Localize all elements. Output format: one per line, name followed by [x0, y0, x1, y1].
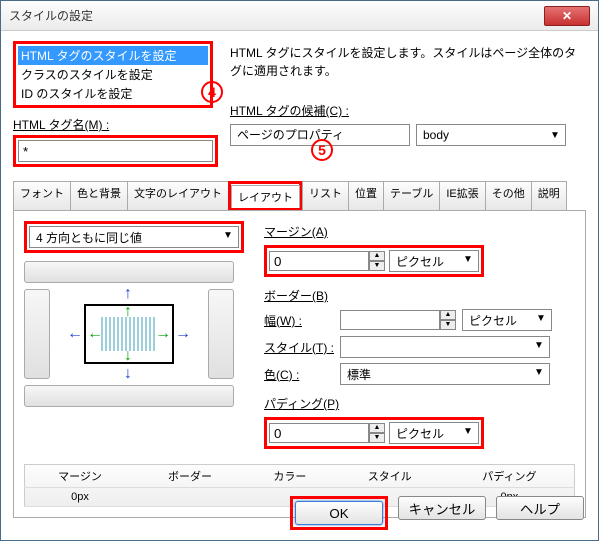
margin-unit: ピクセル	[396, 253, 444, 270]
padding-value-input[interactable]	[269, 423, 369, 443]
candidate-tag: body	[423, 126, 449, 144]
padding-unit-combo[interactable]: ピクセル ▼	[389, 422, 479, 444]
border-width-unit-combo[interactable]: ピクセル ▼	[462, 309, 552, 331]
td-margin: 0px	[25, 488, 136, 507]
annotation-4: 4	[201, 81, 223, 103]
titlebar: スタイルの設定 ✕	[1, 1, 598, 31]
style-type-item-class[interactable]: クラスのスタイルを設定	[18, 65, 208, 84]
border-width-label: 幅(W) :	[264, 312, 334, 329]
padding-spin-down[interactable]: ▼	[369, 433, 385, 443]
th-padding: パディング	[445, 465, 575, 488]
margin-value-input[interactable]	[269, 251, 369, 271]
tagname-input[interactable]	[18, 140, 213, 162]
dialog-window: スタイルの設定 ✕ HTML タグのスタイルを設定 クラスのスタイルを設定 ID…	[0, 0, 599, 541]
tagname-label: HTML タグ名(M) :	[13, 116, 218, 133]
border-color-label: 色(C) :	[264, 366, 334, 383]
td-border	[135, 488, 245, 507]
chevron-down-icon: ▼	[461, 254, 475, 268]
chevron-down-icon: ▼	[548, 128, 562, 142]
annotation-5: 5	[311, 139, 333, 161]
margin-spin-down[interactable]: ▼	[369, 261, 385, 271]
style-type-item-html[interactable]: HTML タグのスタイルを設定	[18, 46, 208, 65]
border-style-label: スタイル(T) :	[264, 339, 334, 356]
margin-spin-up[interactable]: ▲	[369, 251, 385, 261]
tab-list[interactable]: リスト	[302, 181, 349, 210]
border-width-spin-down[interactable]: ▼	[440, 320, 456, 330]
candidate-tag-combo[interactable]: body ▼	[416, 124, 566, 146]
tab-text-layout[interactable]: 文字のレイアウト	[127, 181, 229, 210]
window-title: スタイルの設定	[9, 7, 544, 24]
candidates-label: HTML タグの候補(C) :	[230, 102, 586, 120]
side-button-right[interactable]	[208, 289, 234, 379]
border-width-spin-up[interactable]: ▲	[440, 310, 456, 320]
box-model-diagram: ↑ ↓ ← → ↑ ↓ ← →	[69, 289, 189, 379]
direction-combo[interactable]: 4 方向ともに同じ値 ▼	[29, 226, 239, 248]
tab-other[interactable]: その他	[485, 181, 532, 210]
help-button[interactable]: ヘルプ	[496, 496, 584, 520]
tab-bar: フォント 色と背景 文字のレイアウト レイアウト リスト 位置 テーブル IE拡…	[13, 181, 586, 211]
tab-layout[interactable]: レイアウト	[231, 185, 300, 208]
margin-unit-combo[interactable]: ピクセル ▼	[389, 250, 479, 272]
side-button-top[interactable]	[24, 261, 234, 283]
tab-position[interactable]: 位置	[348, 181, 384, 210]
padding-unit: ピクセル	[396, 425, 444, 442]
chevron-down-icon: ▼	[461, 426, 475, 440]
side-button-bottom[interactable]	[24, 385, 234, 407]
chevron-down-icon: ▼	[221, 230, 235, 244]
ok-button[interactable]: OK	[295, 501, 383, 525]
th-color: カラー	[245, 465, 335, 488]
th-margin: マージン	[25, 465, 136, 488]
border-label: ボーダー(B)	[264, 287, 575, 304]
layout-panel: 4 方向ともに同じ値 ▼ ↑ ↓ ← →	[13, 211, 586, 518]
border-style-combo[interactable]: ▼	[340, 336, 550, 358]
style-type-item-id[interactable]: ID のスタイルを設定	[18, 84, 208, 103]
border-color-combo[interactable]: 標準 ▼	[340, 363, 550, 385]
chevron-down-icon: ▼	[532, 367, 546, 381]
border-color-value: 標準	[347, 366, 371, 383]
tab-font[interactable]: フォント	[13, 181, 71, 210]
close-button[interactable]: ✕	[544, 6, 590, 26]
padding-label: パディング(P)	[264, 395, 575, 412]
direction-value: 4 方向ともに同じ値	[36, 229, 142, 246]
style-type-list[interactable]: HTML タグのスタイルを設定 クラスのスタイルを設定 ID のスタイルを設定	[13, 41, 213, 108]
padding-spin-up[interactable]: ▲	[369, 423, 385, 433]
border-width-input[interactable]	[340, 310, 440, 330]
side-button-left[interactable]	[24, 289, 50, 379]
margin-label: マージン(A)	[264, 223, 575, 240]
tab-table[interactable]: テーブル	[383, 181, 440, 210]
th-style: スタイル	[335, 465, 445, 488]
tab-ie[interactable]: IE拡張	[439, 181, 485, 210]
chevron-down-icon: ▼	[534, 313, 548, 327]
border-width-unit: ピクセル	[469, 312, 517, 329]
cancel-button[interactable]: キャンセル	[398, 496, 486, 520]
th-border: ボーダー	[135, 465, 245, 488]
tab-color-bg[interactable]: 色と背景	[70, 181, 128, 210]
tab-desc[interactable]: 説明	[531, 181, 567, 210]
chevron-down-icon: ▼	[532, 340, 546, 354]
description-text: HTML タグにスタイルを設定します。スタイルはページ全体のタグに適用されます。	[230, 44, 586, 80]
